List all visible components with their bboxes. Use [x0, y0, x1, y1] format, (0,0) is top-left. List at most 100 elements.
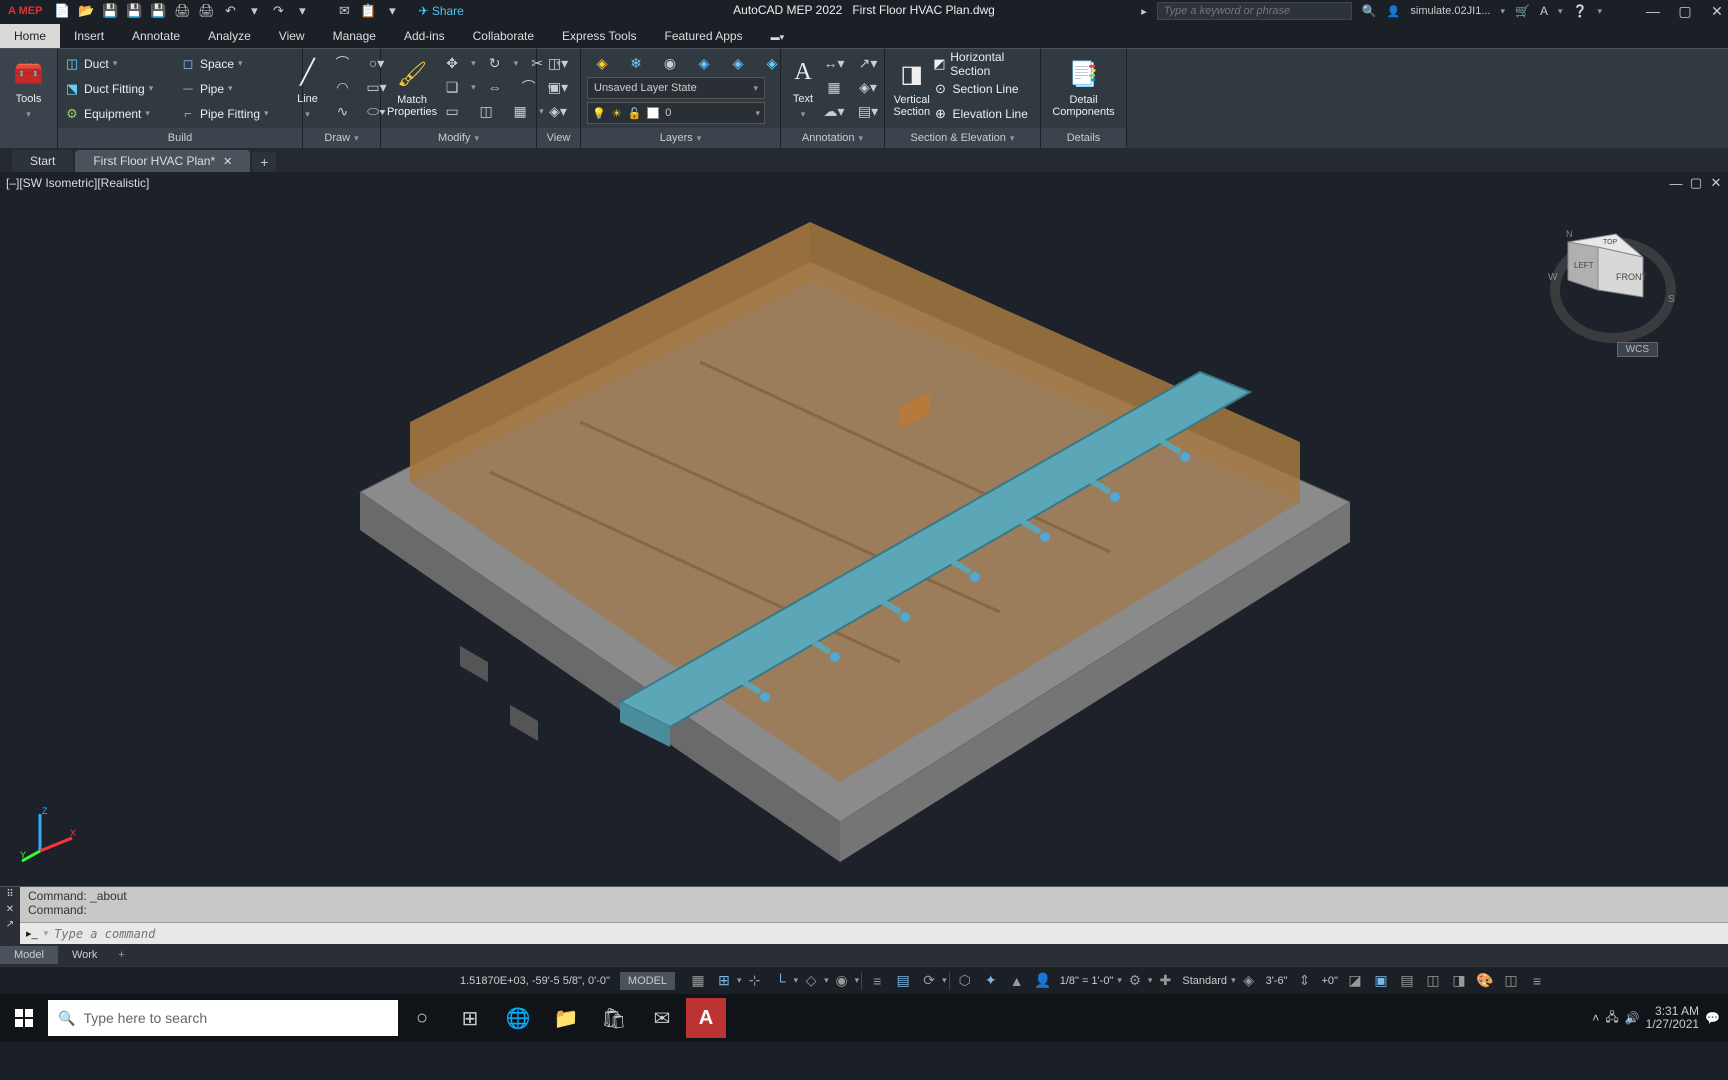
hw-accel-icon[interactable]: ▣: [1368, 970, 1394, 992]
tab-manage[interactable]: Manage: [319, 24, 390, 48]
dim-icon[interactable]: ↔▾: [819, 52, 849, 74]
model-space-button[interactable]: MODEL: [620, 972, 675, 990]
cmd-pin-icon[interactable]: ↗: [6, 919, 14, 930]
open-icon[interactable]: 📂: [78, 3, 94, 19]
grid-icon[interactable]: ▦: [685, 970, 711, 992]
space-button[interactable]: ◻Space▾: [180, 52, 290, 75]
edge-icon[interactable]: 🌐: [494, 994, 542, 1042]
user-name[interactable]: simulate.02JI1...: [1410, 5, 1490, 17]
ws-switch-icon[interactable]: ◫: [1498, 970, 1524, 992]
close-button[interactable]: ✕: [1706, 2, 1728, 20]
person-icon[interactable]: 👤: [1030, 970, 1056, 992]
clock[interactable]: 3:31 AM 1/27/2021: [1646, 1005, 1699, 1031]
help-icon[interactable]: ❔: [1573, 4, 1588, 18]
clean-icon[interactable]: ▤: [1394, 970, 1420, 992]
custom-icon[interactable]: ◨: [1446, 970, 1472, 992]
layout-tab-model[interactable]: Model: [0, 946, 58, 964]
pipe-fitting-button[interactable]: ⌐Pipe Fitting▾: [180, 102, 290, 125]
leader-icon[interactable]: ↗▾: [853, 52, 883, 74]
duct-fitting-button[interactable]: ⬔Duct Fitting▾: [64, 77, 174, 100]
view-icon-3[interactable]: ◈▾: [543, 100, 573, 122]
menu-icon[interactable]: ≡: [1524, 970, 1550, 992]
share-button[interactable]: ✈ Share: [418, 4, 463, 18]
copy-icon[interactable]: ❏: [437, 76, 467, 98]
cmd-drag-icon[interactable]: ⠿: [6, 889, 13, 900]
wipe-icon[interactable]: ▤▾: [853, 100, 883, 122]
scale-icon[interactable]: ◫: [471, 100, 501, 122]
layer-match-icon[interactable]: ◈: [723, 52, 753, 74]
keyword-search-input[interactable]: [1157, 2, 1352, 20]
lineweight-icon[interactable]: ≡: [864, 970, 890, 992]
vp-close-icon[interactable]: ✕: [1708, 176, 1724, 190]
doctab-active[interactable]: First Floor HVAC Plan*✕: [75, 150, 250, 172]
tab-view[interactable]: View: [265, 24, 319, 48]
command-input[interactable]: [54, 927, 1722, 941]
snap-icon[interactable]: ⊞: [711, 970, 737, 992]
iso-toggle-icon[interactable]: ◪: [1342, 970, 1368, 992]
doctab-start[interactable]: Start: [12, 150, 73, 172]
pipe-button[interactable]: ─Pipe▾: [180, 77, 290, 100]
elevation-line-button[interactable]: ⊕Elevation Line: [933, 102, 1035, 125]
polyline-icon[interactable]: ⌒: [328, 52, 358, 74]
isolate-icon[interactable]: ◫: [1420, 970, 1446, 992]
vp-max-icon[interactable]: ▢: [1688, 176, 1704, 190]
tab-insert[interactable]: Insert: [60, 24, 118, 48]
rotate-icon[interactable]: ↻: [480, 52, 510, 74]
cmd-close-icon[interactable]: ✕: [6, 904, 14, 915]
move-icon[interactable]: ✥: [437, 52, 467, 74]
user-icon[interactable]: [1387, 4, 1401, 18]
print-icon[interactable]: 🖨: [198, 3, 214, 19]
detail-components-button[interactable]: 📑 DetailComponents: [1055, 52, 1113, 124]
explorer-icon[interactable]: 📁: [542, 994, 590, 1042]
new-tab-button[interactable]: +: [252, 152, 276, 172]
tray-chevron-icon[interactable]: ˄: [1592, 1011, 1599, 1025]
new-icon[interactable]: 📄: [54, 3, 70, 19]
dim-readout[interactable]: 3'-6": [1266, 975, 1288, 987]
layer-off-icon[interactable]: ◉: [655, 52, 685, 74]
undo-dropdown[interactable]: ▾: [246, 3, 262, 19]
elev-icon[interactable]: ⇕: [1292, 970, 1318, 992]
tab-addins[interactable]: Add-ins: [390, 24, 459, 48]
elev-readout[interactable]: +0": [1322, 975, 1338, 987]
app-icon[interactable]: A: [1540, 4, 1548, 18]
transparency-icon[interactable]: ▤: [890, 970, 916, 992]
cortana-icon[interactable]: ○: [398, 994, 446, 1042]
anno-scale-readout[interactable]: Standard: [1182, 975, 1227, 987]
tools-button[interactable]: 🧰 Tools ▾: [6, 52, 51, 124]
tab-featured[interactable]: Featured Apps: [651, 24, 757, 48]
store-icon[interactable]: 🛍: [590, 994, 638, 1042]
tab-annotate[interactable]: Annotate: [118, 24, 194, 48]
viewcube[interactable]: FRONT LEFT TOP W S N: [1548, 222, 1678, 352]
layer-prop-icon[interactable]: ◈: [587, 52, 617, 74]
mirror-icon[interactable]: ⇔: [480, 76, 510, 98]
ucs-icon[interactable]: Z X Y: [20, 806, 80, 866]
line-button[interactable]: ╱ Line ▾: [292, 52, 324, 124]
vertical-section-button[interactable]: ◨ VerticalSection: [891, 52, 933, 124]
ortho-icon[interactable]: ⊹: [742, 970, 768, 992]
layout-tab-work[interactable]: Work: [58, 946, 111, 964]
redo-icon[interactable]: ↷: [270, 3, 286, 19]
viewport-label[interactable]: [–][SW Isometric][Realistic]: [6, 176, 149, 190]
spline-icon[interactable]: ∿: [328, 100, 358, 122]
clipboard-icon[interactable]: 📋: [360, 3, 376, 19]
minimize-button[interactable]: —: [1642, 2, 1664, 20]
autocad-taskbar-icon[interactable]: A: [686, 998, 726, 1038]
duct-button[interactable]: ◫Duct▾: [64, 52, 174, 75]
arc-icon[interactable]: ◠: [328, 76, 358, 98]
vp-min-icon[interactable]: —: [1668, 176, 1684, 190]
cycle-icon[interactable]: ⟳: [916, 970, 942, 992]
gear-icon[interactable]: ⚙: [1122, 970, 1148, 992]
layout-add-button[interactable]: +: [111, 949, 131, 961]
maximize-button[interactable]: ▢: [1674, 2, 1696, 20]
workspace-icon[interactable]: ◈: [1236, 970, 1262, 992]
saveas-icon[interactable]: 💾: [126, 3, 142, 19]
layer-iso-icon[interactable]: ◈: [689, 52, 719, 74]
wcs-label[interactable]: WCS: [1617, 342, 1658, 357]
redo-dropdown[interactable]: ▾: [294, 3, 310, 19]
taskbar-search[interactable]: 🔍 Type here to search: [48, 1000, 398, 1036]
layer-state-dropdown[interactable]: Unsaved Layer State▾: [587, 77, 765, 99]
dyn-input-icon[interactable]: ✦: [978, 970, 1004, 992]
qprop-icon[interactable]: ▲: [1004, 970, 1030, 992]
saveall-icon[interactable]: 💾: [150, 3, 166, 19]
palette-icon[interactable]: 🎨: [1472, 970, 1498, 992]
